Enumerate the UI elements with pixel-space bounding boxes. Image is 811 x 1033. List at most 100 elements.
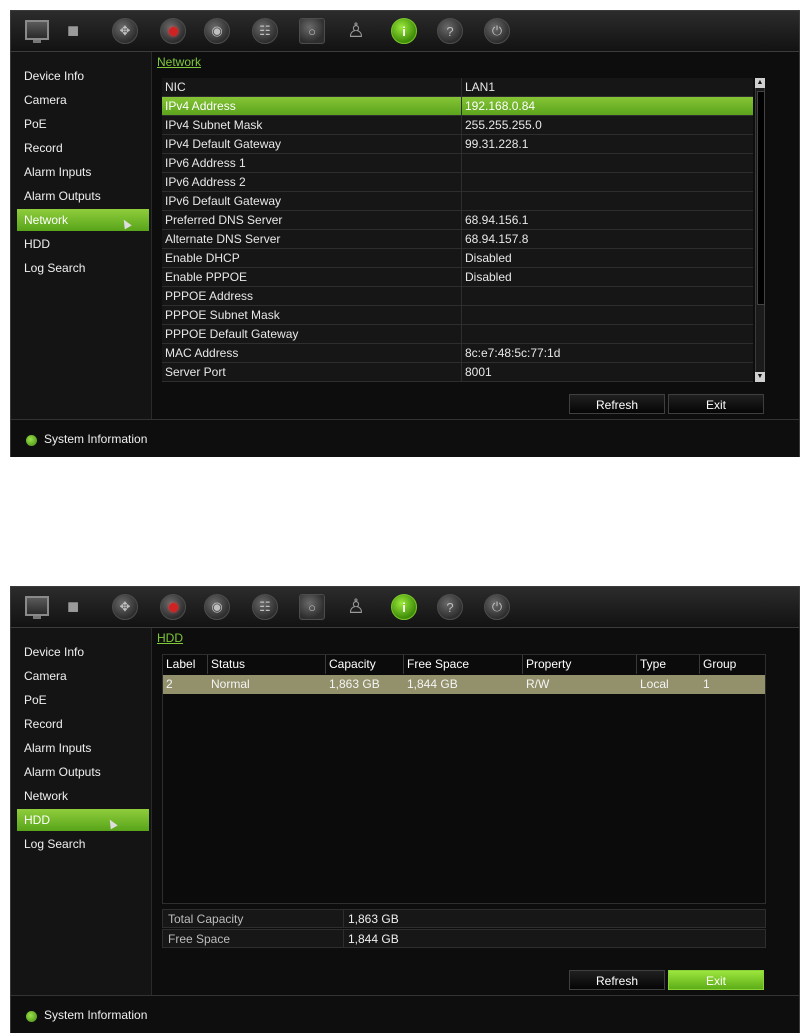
table-row[interactable]: NIC LAN1 xyxy=(162,78,753,97)
sidebar-item-record[interactable]: Record xyxy=(17,137,149,159)
sidebar-item-record[interactable]: Record xyxy=(17,713,149,735)
sidebar-item-network[interactable]: Network xyxy=(17,785,149,807)
hdd-icon[interactable]: ○ xyxy=(299,594,325,620)
setting-value: 68.94.157.8 xyxy=(465,232,529,246)
ptz-icon[interactable]: ✥ xyxy=(112,594,138,620)
ptz-icon[interactable]: ✥ xyxy=(112,18,138,44)
page-title: HDD xyxy=(157,631,183,645)
status-icon xyxy=(26,435,37,446)
info-icon[interactable]: i xyxy=(391,594,417,620)
record-icon[interactable] xyxy=(160,594,186,620)
hdd-icon[interactable]: ○ xyxy=(299,18,325,44)
status-bar: System Information xyxy=(11,995,799,1033)
power-icon[interactable]: ⏻ xyxy=(484,18,510,44)
sidebar-item-alarm-outputs[interactable]: Alarm Outputs xyxy=(17,761,149,783)
column-header-label[interactable]: Label xyxy=(163,655,208,674)
setting-label: Enable DHCP xyxy=(165,251,240,265)
divider xyxy=(461,211,462,229)
divider xyxy=(461,173,462,191)
table-row[interactable]: Preferred DNS Server 68.94.156.1 xyxy=(162,211,753,230)
table-row[interactable]: PPPOE Subnet Mask xyxy=(162,306,753,325)
table-row[interactable]: Alternate DNS Server 68.94.157.8 xyxy=(162,230,753,249)
setting-label: NIC xyxy=(165,80,186,94)
column-header-status[interactable]: Status xyxy=(208,655,326,674)
sidebar-item-poe[interactable]: PoE xyxy=(17,113,149,135)
column-header-capacity[interactable]: Capacity xyxy=(326,655,404,674)
hdd-label-cell: 2 xyxy=(166,677,173,691)
status-icon xyxy=(26,1011,37,1022)
column-header-type[interactable]: Type xyxy=(637,655,700,674)
scroll-down-icon[interactable]: ▼ xyxy=(755,372,765,382)
divider xyxy=(461,325,462,343)
table-row[interactable]: IPv6 Address 1 xyxy=(162,154,753,173)
exit-button[interactable]: Exit xyxy=(668,970,764,990)
record-icon[interactable] xyxy=(160,18,186,44)
column-header-property[interactable]: Property xyxy=(523,655,637,674)
divider xyxy=(461,135,462,153)
scroll-up-icon[interactable]: ▲ xyxy=(755,78,765,88)
table-row[interactable]: IPv4 Subnet Mask 255.255.255.0 xyxy=(162,116,753,135)
system-information-link[interactable]: System Information xyxy=(44,1008,147,1022)
divider xyxy=(461,116,462,134)
table-row[interactable]: PPPOE Default Gateway xyxy=(162,325,753,344)
monitor-icon[interactable] xyxy=(25,596,49,619)
table-row[interactable]: 2 Normal 1,863 GB 1,844 GB R/W Local 1 xyxy=(163,675,765,694)
sidebar-item-log-search[interactable]: Log Search xyxy=(17,257,149,279)
table-row[interactable]: IPv6 Default Gateway xyxy=(162,192,753,211)
status-bar: System Information xyxy=(11,419,799,457)
total-capacity-value: 1,863 GB xyxy=(348,912,399,926)
help-icon[interactable]: ? xyxy=(437,594,463,620)
camera-icon[interactable]: ■ xyxy=(67,595,79,619)
monitor-icon[interactable] xyxy=(25,20,49,43)
help-icon[interactable]: ? xyxy=(437,18,463,44)
sidebar-item-poe[interactable]: PoE xyxy=(17,689,149,711)
column-header-free-space[interactable]: Free Space xyxy=(404,655,523,674)
table-row[interactable]: IPv4 Address 192.168.0.84 xyxy=(162,97,753,116)
divider xyxy=(461,192,462,210)
user-icon[interactable]: ♙ xyxy=(347,19,365,43)
refresh-button[interactable]: Refresh xyxy=(569,970,665,990)
exit-button[interactable]: Exit xyxy=(668,394,764,414)
setting-value: LAN1 xyxy=(465,80,496,94)
sidebar-item-alarm-outputs[interactable]: Alarm Outputs xyxy=(17,185,149,207)
column-header-group[interactable]: Group xyxy=(700,655,765,674)
network-icon[interactable]: ☷ xyxy=(252,594,278,620)
sidebar-item-network[interactable]: Network xyxy=(17,209,149,231)
scroll-thumb[interactable] xyxy=(757,91,765,305)
sidebar-item-device-info[interactable]: Device Info xyxy=(17,65,149,87)
info-icon[interactable]: i xyxy=(391,18,417,44)
system-information-link[interactable]: System Information xyxy=(44,432,147,446)
divider xyxy=(461,249,462,267)
table-row[interactable]: MAC Address 8c:e7:48:5c:77:1d xyxy=(162,344,753,363)
table-row[interactable]: PPPOE Address xyxy=(162,287,753,306)
alarm-icon[interactable]: ◉ xyxy=(204,18,230,44)
table-row[interactable]: Server Port 8001 xyxy=(162,363,753,382)
setting-value: Disabled xyxy=(465,251,512,265)
sidebar-item-hdd[interactable]: HDD xyxy=(17,233,149,255)
table-row[interactable]: Enable DHCP Disabled xyxy=(162,249,753,268)
hdd-table: Label Status Capacity Free Space Propert… xyxy=(162,654,766,904)
table-row[interactable]: IPv4 Default Gateway 99.31.228.1 xyxy=(162,135,753,154)
network-icon[interactable]: ☷ xyxy=(252,18,278,44)
sidebar-item-camera[interactable]: Camera xyxy=(17,665,149,687)
alarm-icon[interactable]: ◉ xyxy=(204,594,230,620)
sidebar-item-alarm-inputs[interactable]: Alarm Inputs xyxy=(17,737,149,759)
user-icon[interactable]: ♙ xyxy=(347,595,365,619)
power-icon[interactable]: ⏻ xyxy=(484,594,510,620)
table-row[interactable]: IPv6 Address 2 xyxy=(162,173,753,192)
divider xyxy=(461,97,462,115)
hdd-status-cell: Normal xyxy=(211,677,250,691)
sidebar-item-hdd[interactable]: HDD xyxy=(17,809,149,831)
sidebar-item-camera[interactable]: Camera xyxy=(17,89,149,111)
table-row[interactable]: Enable PPPOE Disabled xyxy=(162,268,753,287)
sidebar-item-device-info[interactable]: Device Info xyxy=(17,641,149,663)
main-toolbar: ■ ✥ ◉ ☷ ○ ♙ i ? ⏻ xyxy=(11,11,799,52)
sidebar-item-alarm-inputs[interactable]: Alarm Inputs xyxy=(17,161,149,183)
refresh-button[interactable]: Refresh xyxy=(569,394,665,414)
setting-label: MAC Address xyxy=(165,346,239,360)
scrollbar[interactable]: ▲ ▼ xyxy=(755,78,765,382)
sidebar-item-log-search[interactable]: Log Search xyxy=(17,833,149,855)
setting-label: PPPOE Address xyxy=(165,289,254,303)
divider xyxy=(461,78,462,96)
camera-icon[interactable]: ■ xyxy=(67,19,79,43)
